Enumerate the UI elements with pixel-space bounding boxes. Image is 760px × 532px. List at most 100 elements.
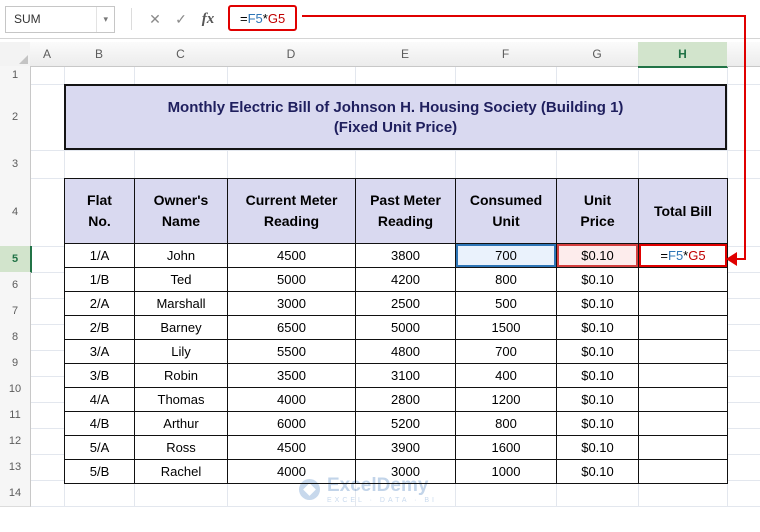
formula-input[interactable]: = F5 * G5 — [228, 5, 298, 31]
cell[interactable]: 1/B — [64, 267, 135, 292]
row-header-7[interactable]: 7 — [0, 298, 31, 325]
cell[interactable]: 4/B — [64, 411, 135, 436]
cell[interactable]: Thomas — [134, 387, 228, 412]
row-header-8[interactable]: 8 — [0, 324, 31, 351]
cell[interactable]: $0.10 — [556, 435, 639, 460]
cell[interactable]: 5/B — [64, 459, 135, 484]
cell[interactable] — [638, 459, 728, 484]
row-header-13[interactable]: 13 — [0, 454, 31, 481]
cell[interactable]: 800 — [455, 267, 557, 292]
cell[interactable]: Marshall — [134, 291, 228, 316]
cell[interactable]: Ted — [134, 267, 228, 292]
enter-button[interactable]: ✓ — [168, 6, 194, 32]
insert-function-button[interactable]: fx — [194, 11, 222, 28]
cell[interactable]: Ross — [134, 435, 228, 460]
row-header-1[interactable]: 1 — [0, 66, 31, 85]
column-header-G[interactable]: G — [556, 42, 639, 67]
cell[interactable]: $0.10 — [556, 315, 639, 340]
row-header-10[interactable]: 10 — [0, 376, 31, 403]
table-header-6[interactable]: Total Bill — [638, 178, 728, 244]
cell[interactable]: John — [134, 243, 228, 268]
row-header-5[interactable]: 5 — [0, 246, 32, 273]
column-header-E[interactable]: E — [355, 42, 456, 67]
cell[interactable]: 3000 — [355, 459, 456, 484]
cell[interactable]: 3500 — [227, 363, 356, 388]
cell[interactable] — [638, 387, 728, 412]
cell[interactable]: 5500 — [227, 339, 356, 364]
select-all-corner[interactable] — [0, 42, 31, 67]
table-header-2[interactable]: Current Meter Reading — [227, 178, 356, 244]
cell[interactable]: 1200 — [455, 387, 557, 412]
cell[interactable]: 6000 — [227, 411, 356, 436]
cell[interactable]: 3000 — [227, 291, 356, 316]
cell[interactable]: 6500 — [227, 315, 356, 340]
cell[interactable]: 4000 — [227, 387, 356, 412]
cell[interactable]: 800 — [455, 411, 557, 436]
cell[interactable]: 3/A — [64, 339, 135, 364]
cell[interactable]: 500 — [455, 291, 557, 316]
cell[interactable]: 1/A — [64, 243, 135, 268]
cell[interactable] — [638, 363, 728, 388]
cancel-button[interactable]: ✕ — [142, 6, 168, 32]
row-header-3[interactable]: 3 — [0, 150, 31, 179]
cell[interactable]: 400 — [455, 363, 557, 388]
cell[interactable]: 700 — [455, 339, 557, 364]
cell[interactable]: 4/A — [64, 387, 135, 412]
column-header-A[interactable]: A — [30, 42, 65, 67]
cell[interactable]: Lily — [134, 339, 228, 364]
row-header-11[interactable]: 11 — [0, 402, 31, 429]
cell[interactable]: $0.10 — [556, 267, 639, 292]
cell[interactable]: 5200 — [355, 411, 456, 436]
cell[interactable]: 5000 — [227, 267, 356, 292]
column-header-F[interactable]: F — [455, 42, 557, 67]
cell[interactable]: 4200 — [355, 267, 456, 292]
cell[interactable]: 4000 — [227, 459, 356, 484]
cell-F5[interactable]: 700 — [455, 243, 557, 268]
cell[interactable] — [638, 315, 728, 340]
row-header-4[interactable]: 4 — [0, 178, 31, 247]
cell[interactable]: 3100 — [355, 363, 456, 388]
row-header-12[interactable]: 12 — [0, 428, 31, 455]
table-header-1[interactable]: Owner's Name — [134, 178, 228, 244]
cell[interactable] — [638, 411, 728, 436]
cell[interactable]: 4500 — [227, 243, 356, 268]
row-header-9[interactable]: 9 — [0, 350, 31, 377]
cell[interactable]: $0.10 — [556, 411, 639, 436]
cell[interactable]: 2500 — [355, 291, 456, 316]
cell[interactable] — [638, 267, 728, 292]
table-header-4[interactable]: Consumed Unit — [455, 178, 557, 244]
cell[interactable]: 2800 — [355, 387, 456, 412]
cell[interactable]: 1500 — [455, 315, 557, 340]
row-header-14[interactable]: 14 — [0, 480, 31, 507]
cell[interactable]: 1000 — [455, 459, 557, 484]
cell[interactable]: Barney — [134, 315, 228, 340]
cell[interactable]: $0.10 — [556, 387, 639, 412]
cell[interactable]: 3900 — [355, 435, 456, 460]
table-header-5[interactable]: Unit Price — [556, 178, 639, 244]
column-header-H[interactable]: H — [638, 42, 728, 68]
cell[interactable]: 2/B — [64, 315, 135, 340]
row-header-6[interactable]: 6 — [0, 272, 31, 299]
name-box[interactable]: SUM ▾ — [5, 5, 115, 33]
cell[interactable]: 4500 — [227, 435, 356, 460]
cell[interactable]: Robin — [134, 363, 228, 388]
cell-G5[interactable]: $0.10 — [556, 243, 639, 268]
cell[interactable] — [638, 435, 728, 460]
cell[interactable]: 4800 — [355, 339, 456, 364]
row-header-2[interactable]: 2 — [0, 84, 31, 151]
worksheet-title[interactable]: Monthly Electric Bill of Johnson H. Hous… — [64, 84, 727, 150]
cell[interactable] — [638, 339, 728, 364]
table-header-0[interactable]: Flat No. — [64, 178, 135, 244]
cell[interactable]: 1600 — [455, 435, 557, 460]
cell[interactable] — [638, 291, 728, 316]
column-header-C[interactable]: C — [134, 42, 228, 67]
cell[interactable]: 3/B — [64, 363, 135, 388]
chevron-down-icon[interactable]: ▾ — [96, 6, 114, 32]
cell-H5[interactable]: =F5*G5 — [638, 243, 728, 268]
cell[interactable]: $0.10 — [556, 339, 639, 364]
cell[interactable]: $0.10 — [556, 291, 639, 316]
table-header-3[interactable]: Past Meter Reading — [355, 178, 456, 244]
cell[interactable]: 5/A — [64, 435, 135, 460]
cell[interactable]: 3800 — [355, 243, 456, 268]
cell[interactable]: Arthur — [134, 411, 228, 436]
